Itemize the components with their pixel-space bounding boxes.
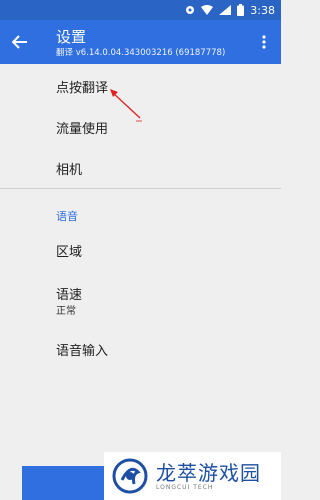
wifi-icon <box>201 5 214 15</box>
arrow-back-icon <box>12 35 27 49</box>
setting-camera[interactable]: 相机 <box>56 159 82 178</box>
more-vert-icon <box>262 35 266 49</box>
status-time: 3:38 <box>250 3 275 17</box>
setting-tap-to-translate[interactable]: 点按翻译 <box>56 77 108 96</box>
battery-icon <box>237 4 245 16</box>
setting-region[interactable]: 区域 <box>56 241 82 260</box>
app-version-subtitle: 翻译 v6.14.0.04.343003216 (69187778) <box>56 48 226 58</box>
setting-speech-speed-value: 正常 <box>56 306 76 317</box>
settings-list: 点按翻译 流量使用 相机 语音 区域 语速 正常 语音输入 <box>0 64 281 500</box>
watermark-brand-cn: 龙萃游戏园 <box>156 460 261 485</box>
back-button[interactable] <box>8 30 32 54</box>
watermark-logo: 龙萃游戏园 LONGCUI TECH <box>104 452 281 500</box>
setting-speech-speed[interactable]: 语速 <box>56 284 82 303</box>
more-options-button[interactable] <box>255 30 273 54</box>
watermark-brand-en: LONGCUI TECH <box>156 483 214 491</box>
setting-data-usage[interactable]: 流量使用 <box>56 118 108 137</box>
status-bar: 3:38 <box>0 0 281 20</box>
section-title-speech: 语音 <box>56 210 78 223</box>
page-title: 设置 <box>56 28 87 46</box>
location-icon <box>185 5 195 15</box>
setting-voice-input[interactable]: 语音输入 <box>56 340 108 359</box>
section-divider <box>0 188 281 189</box>
app-bar: 设置 翻译 v6.14.0.04.343003216 (69187778) <box>0 20 281 64</box>
signal-icon <box>219 5 232 15</box>
dragon-logo-icon <box>112 458 148 494</box>
